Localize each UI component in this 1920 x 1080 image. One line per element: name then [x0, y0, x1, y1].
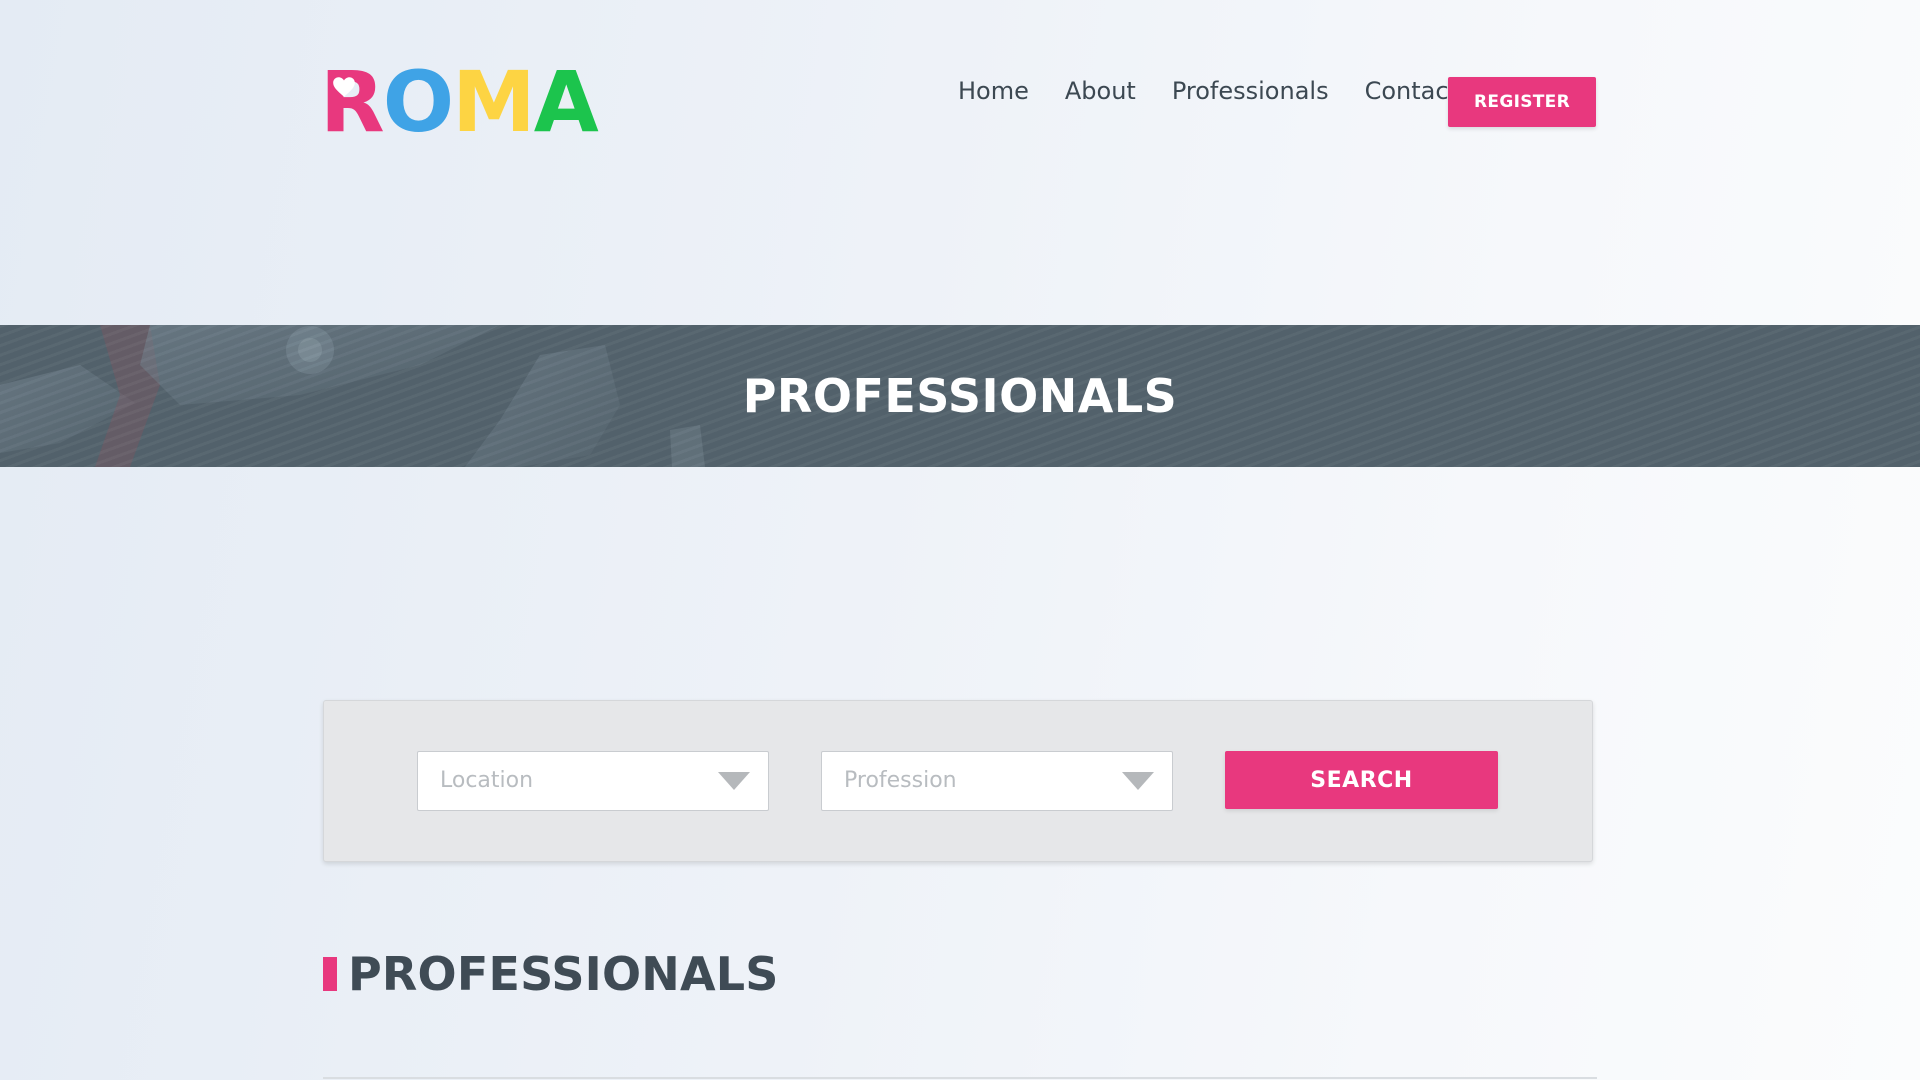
- profession-select[interactable]: Profession: [821, 751, 1173, 811]
- nav-professionals-link[interactable]: Professionals: [1172, 77, 1329, 105]
- search-button[interactable]: SEARCH: [1225, 751, 1498, 809]
- roma-logo[interactable]: R O M A: [320, 53, 599, 151]
- site-header: R O M A Home About Professionals Contact…: [0, 0, 1920, 200]
- hero-banner: PROFESSIONALS: [0, 325, 1920, 467]
- logo-letter-a: A: [533, 53, 599, 151]
- nav-contact-link[interactable]: Contact: [1365, 77, 1458, 105]
- search-panel: Location Profession SEARCH: [323, 700, 1593, 862]
- heart-icon: [333, 77, 355, 97]
- profession-placeholder: Profession: [844, 768, 957, 793]
- section-heading: PROFESSIONALS: [323, 945, 779, 1003]
- nav-home-link[interactable]: Home: [958, 77, 1029, 105]
- nav-about-link[interactable]: About: [1065, 77, 1136, 105]
- main-nav: Home About Professionals Contact: [958, 77, 1494, 105]
- section-accent-bar: [323, 957, 337, 991]
- hero-title: PROFESSIONALS: [742, 369, 1178, 423]
- location-placeholder: Location: [440, 768, 534, 793]
- section-title: PROFESSIONALS: [348, 947, 779, 1001]
- logo-letter-r: R: [320, 53, 385, 151]
- content-divider: [323, 1077, 1597, 1079]
- logo-letter-m: M: [452, 53, 536, 151]
- logo-letter-o: O: [382, 53, 454, 151]
- register-button[interactable]: REGISTER: [1448, 77, 1596, 127]
- caret-down-icon: [1122, 772, 1154, 790]
- caret-down-icon: [718, 772, 750, 790]
- location-select[interactable]: Location: [417, 751, 769, 811]
